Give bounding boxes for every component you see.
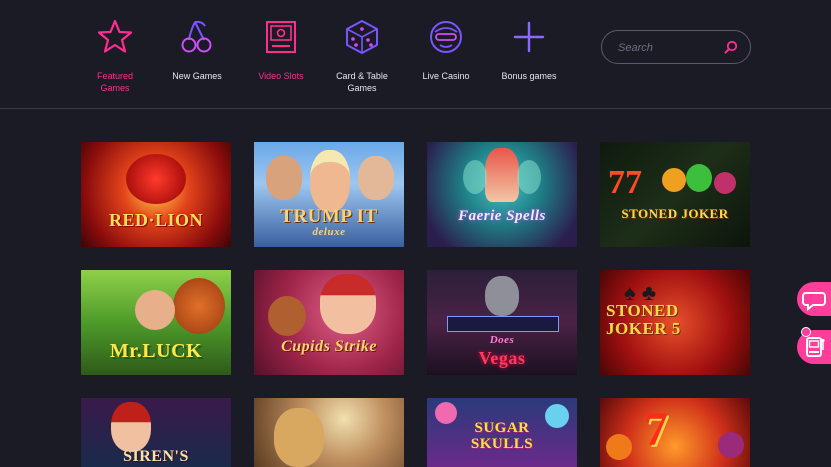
category-card-table-games[interactable]: Card & Table Games <box>322 18 402 94</box>
category-video-slots[interactable]: Video Slots <box>241 18 321 82</box>
search-input[interactable] <box>616 39 720 57</box>
game-tile-stoned-joker[interactable]: 77 STONED JOKER <box>600 142 750 247</box>
game-tile-hot-sevens[interactable]: 7 <box>600 398 750 467</box>
lemur-art <box>485 276 519 316</box>
game-tile-sirens[interactable]: SIREN'S <box>81 398 231 467</box>
game-title: TRUMP IT <box>280 206 378 227</box>
goddess-art <box>274 408 324 467</box>
star-icon <box>97 19 133 53</box>
category-featured-games[interactable]: Featured Games <box>75 18 155 94</box>
character-face <box>266 156 302 200</box>
cherries-icon <box>181 20 212 53</box>
seven-symbol: 77 <box>608 164 642 201</box>
game-tile-mr-luck[interactable]: Mr.LUCK <box>81 270 231 375</box>
game-subtitle: Does <box>489 334 515 346</box>
game-title: SIREN'S <box>123 448 189 465</box>
game-title: Mr.LUCK <box>109 340 203 362</box>
game-tile-stoned-joker-5[interactable]: ♠ ♣ STONED JOKER 5 <box>600 270 750 375</box>
slot-machine-icon <box>266 21 296 53</box>
grape-symbol <box>718 432 744 458</box>
orange-symbol <box>606 434 632 460</box>
game-subtitle: deluxe <box>312 226 346 238</box>
notification-dot <box>801 327 811 337</box>
dealer-face-icon <box>430 21 462 53</box>
plum-symbol <box>714 172 736 194</box>
wing-art <box>463 160 487 194</box>
game-tile-golden-goddess[interactable] <box>254 398 404 467</box>
orange-symbol <box>662 168 686 192</box>
seven-symbol: 7 <box>644 403 668 456</box>
fairy-art <box>485 148 519 202</box>
game-title: STONED JOKER <box>621 206 729 221</box>
wing-art <box>517 160 541 194</box>
search-icon[interactable] <box>724 40 738 54</box>
chat-bubble-icon <box>802 292 826 312</box>
game-title: Faerie Spells <box>458 208 546 224</box>
character-face <box>310 150 350 212</box>
chat-button[interactable] <box>797 282 831 316</box>
game-tile-sugar-skulls[interactable]: SUGAR SKULLS <box>427 398 577 467</box>
game-title: STONED JOKER 5 <box>606 301 681 338</box>
game-tile-lemur-does-vegas[interactable]: Does Vegas <box>427 270 577 375</box>
game-title: RED·LION <box>108 210 204 230</box>
game-tile-trump-it[interactable]: TRUMP IT deluxe <box>254 142 404 247</box>
game-title: Vegas <box>478 348 526 368</box>
character-face <box>358 156 394 200</box>
game-tile-cupids-strike[interactable]: Cupids Strike <box>254 270 404 375</box>
category-bonus-games[interactable]: Bonus games <box>489 18 569 82</box>
dice-icon <box>346 20 378 54</box>
lion-art <box>126 154 186 204</box>
game-title: SUGAR SKULLS <box>470 420 534 452</box>
marquee-sign <box>447 316 559 332</box>
plus-icon <box>513 21 545 53</box>
category-new-games[interactable]: New Games <box>157 18 237 82</box>
category-live-casino[interactable]: Live Casino <box>406 18 486 82</box>
leprechaun-face <box>135 290 175 330</box>
siren-art <box>111 402 151 452</box>
category-label: New Games <box>172 71 222 81</box>
category-nav: Featured Games New Games Video Slots Car… <box>0 0 831 109</box>
game-title: Cupids Strike <box>281 338 377 355</box>
category-label: Featured Games <box>96 71 134 93</box>
category-label: Bonus games <box>501 71 557 81</box>
cupid-art <box>320 274 376 334</box>
melon-symbol <box>686 164 712 192</box>
slot-game-button[interactable] <box>797 327 831 364</box>
category-label: Video Slots <box>258 71 304 81</box>
teddy-bear-art <box>268 296 306 336</box>
game-tile-red-lion[interactable]: RED·LION <box>81 142 231 247</box>
category-label: Live Casino <box>422 71 470 81</box>
category-label: Card & Table Games <box>336 71 388 93</box>
game-tile-faerie-spells[interactable]: Faerie Spells <box>427 142 577 247</box>
search-box <box>601 30 751 64</box>
leprechaun-art <box>173 278 225 334</box>
